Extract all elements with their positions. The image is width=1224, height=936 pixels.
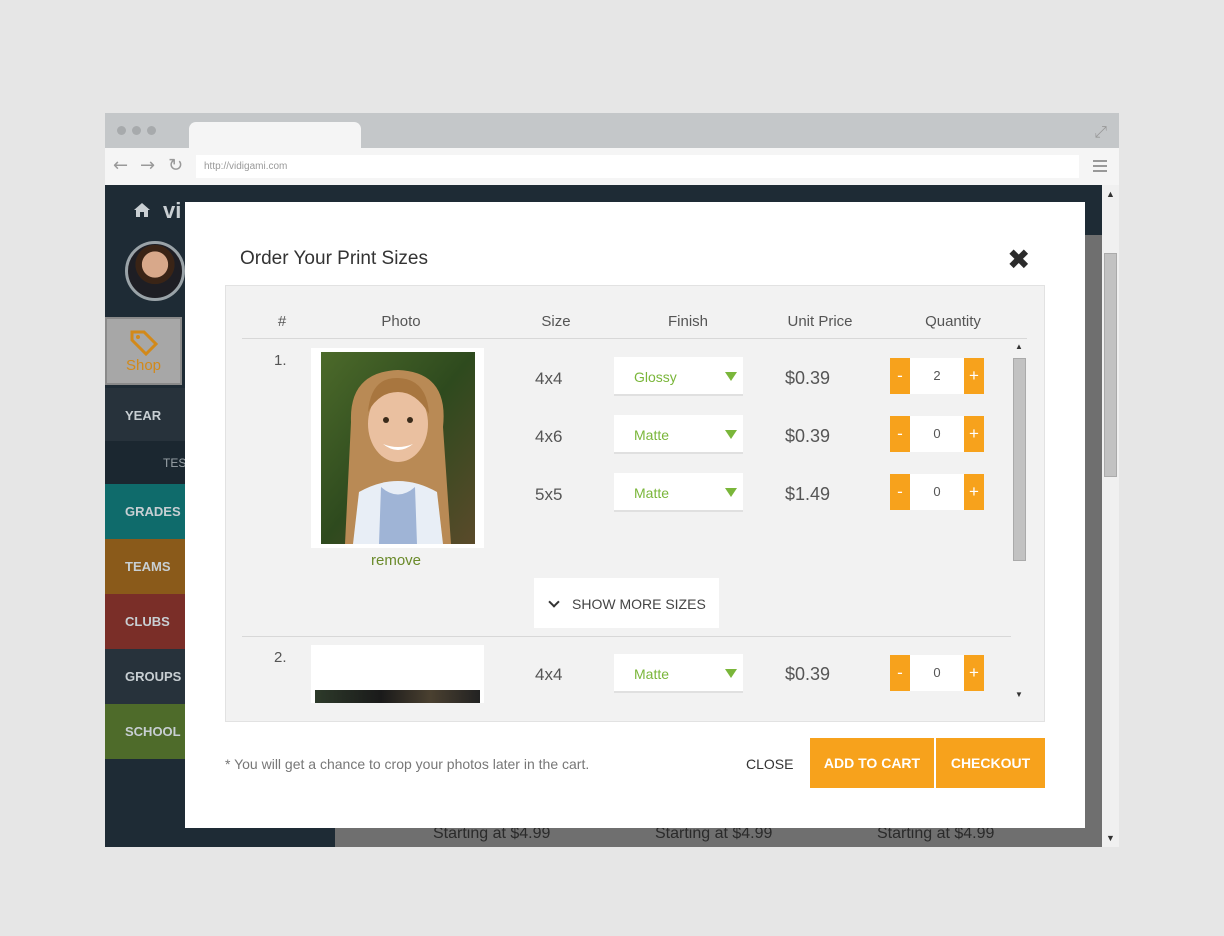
size-value: 5x5 bbox=[535, 485, 563, 504]
url-bar[interactable]: http://vidigami.com bbox=[196, 155, 1079, 178]
checkout-button[interactable]: CHECKOUT bbox=[936, 738, 1045, 788]
window-dot-icon[interactable] bbox=[132, 126, 141, 135]
quantity-stepper: - 0 + bbox=[890, 655, 984, 691]
dropdown-arrow-icon bbox=[725, 430, 737, 439]
order-print-sizes-modal: Order Your Print Sizes ✖ # Photo Size Fi… bbox=[185, 202, 1085, 828]
finish-dropdown[interactable]: Matte bbox=[614, 473, 743, 512]
finish-dropdown[interactable]: Glossy bbox=[614, 357, 743, 396]
sidebar-item-year[interactable]: YEAR bbox=[105, 388, 185, 443]
scroll-up-icon[interactable]: ▲ bbox=[1106, 189, 1115, 199]
sidebar-item-clubs[interactable]: CLUBS bbox=[105, 594, 185, 649]
chevron-down-icon bbox=[548, 596, 560, 608]
increment-button[interactable]: + bbox=[964, 358, 984, 394]
unit-price: $0.39 bbox=[785, 426, 831, 446]
window-dot-icon[interactable] bbox=[117, 126, 126, 135]
row-index: 2. bbox=[274, 649, 287, 666]
sidebar-item-teams[interactable]: TEAMS bbox=[105, 539, 185, 594]
site-logo[interactable]: vi bbox=[163, 198, 181, 224]
shop-tile[interactable]: Shop bbox=[105, 317, 182, 385]
table-header: # Photo Size Finish Unit Price Quantity bbox=[242, 286, 1027, 339]
quantity-input[interactable]: 0 bbox=[910, 655, 964, 691]
quantity-stepper: - 0 + bbox=[890, 474, 984, 510]
photo-thumbnail[interactable] bbox=[311, 645, 484, 703]
column-header: # bbox=[277, 313, 287, 330]
quantity-stepper: - 2 + bbox=[890, 358, 984, 394]
remove-link[interactable]: remove bbox=[371, 552, 421, 569]
increment-button[interactable]: + bbox=[964, 655, 984, 691]
window-dot-icon[interactable] bbox=[147, 126, 156, 135]
finish-value: Glossy bbox=[634, 369, 677, 385]
tab-bar: ⤢ bbox=[105, 113, 1119, 148]
scrollbar-thumb[interactable] bbox=[1013, 358, 1026, 561]
close-icon[interactable]: ✖ bbox=[1007, 246, 1030, 274]
table-rows: 1. remove 4x4 Glossy $0.39 - 2 + 4x6 Mat… bbox=[226, 341, 1012, 703]
close-button[interactable]: CLOSE bbox=[746, 756, 793, 772]
sidebar-subitem[interactable]: TES bbox=[105, 441, 185, 484]
finish-dropdown[interactable]: Matte bbox=[614, 415, 743, 454]
page-scrollbar[interactable]: ▲ ▼ bbox=[1102, 185, 1119, 847]
unit-price: $0.39 bbox=[785, 664, 831, 684]
column-header: Size bbox=[541, 313, 571, 330]
increment-button[interactable]: + bbox=[964, 474, 984, 510]
row-divider bbox=[242, 636, 1011, 637]
scroll-down-icon[interactable]: ▼ bbox=[1106, 833, 1115, 843]
quantity-input[interactable]: 0 bbox=[910, 416, 964, 452]
photo-image bbox=[321, 352, 475, 544]
add-to-cart-button[interactable]: ADD TO CART bbox=[810, 738, 934, 788]
quantity-input[interactable]: 0 bbox=[910, 474, 964, 510]
browser-navbar: ← → ↻ http://vidigami.com bbox=[105, 148, 1119, 185]
expand-icon[interactable]: ⤢ bbox=[1094, 122, 1107, 142]
quantity-stepper: - 0 + bbox=[890, 416, 984, 452]
scroll-down-icon[interactable]: ▼ bbox=[1015, 690, 1023, 699]
show-more-label: SHOW MORE SIZES bbox=[572, 596, 706, 612]
dropdown-arrow-icon bbox=[725, 372, 737, 381]
sidebar-item-school[interactable]: SCHOOL bbox=[105, 704, 185, 759]
crop-footnote: * You will get a chance to crop your pho… bbox=[225, 756, 590, 772]
photo-thumbnail[interactable] bbox=[311, 348, 484, 548]
shop-label: Shop bbox=[125, 357, 162, 374]
scroll-up-icon[interactable]: ▲ bbox=[1015, 342, 1023, 351]
finish-value: Matte bbox=[634, 427, 670, 443]
decrement-button[interactable]: - bbox=[890, 474, 910, 510]
size-value: 4x6 bbox=[535, 427, 563, 446]
browser-tab[interactable] bbox=[189, 122, 361, 148]
unit-price: $0.39 bbox=[785, 368, 831, 388]
finish-value: Matte bbox=[634, 485, 670, 501]
tag-icon bbox=[130, 330, 159, 356]
row-index: 1. bbox=[274, 352, 287, 369]
decrement-button[interactable]: - bbox=[890, 416, 910, 452]
modal-title: Order Your Print Sizes bbox=[240, 248, 428, 269]
forward-icon[interactable]: → bbox=[140, 155, 155, 176]
column-header: Unit Price bbox=[787, 313, 853, 330]
sidebar-item-groups[interactable]: GROUPS bbox=[105, 649, 185, 704]
reload-icon[interactable]: ↻ bbox=[168, 155, 183, 176]
scrollbar-thumb[interactable] bbox=[1104, 253, 1117, 477]
table-scrollbar[interactable]: ▲ ▼ bbox=[1012, 341, 1028, 703]
increment-button[interactable]: + bbox=[964, 416, 984, 452]
show-more-sizes-button[interactable]: SHOW MORE SIZES bbox=[534, 578, 719, 628]
column-header: Finish bbox=[667, 313, 709, 330]
order-table: # Photo Size Finish Unit Price Quantity … bbox=[225, 285, 1045, 722]
dropdown-arrow-icon bbox=[725, 488, 737, 497]
photo-image bbox=[315, 690, 480, 703]
column-header: Quantity bbox=[925, 313, 981, 330]
hamburger-menu-icon[interactable] bbox=[1093, 160, 1107, 175]
sidebar-item-grades[interactable]: GRADES bbox=[105, 484, 185, 539]
finish-value: Matte bbox=[634, 666, 670, 682]
size-value: 4x4 bbox=[535, 665, 563, 684]
decrement-button[interactable]: - bbox=[890, 358, 910, 394]
dropdown-arrow-icon bbox=[725, 669, 737, 678]
finish-dropdown[interactable]: Matte bbox=[614, 654, 743, 693]
column-header: Photo bbox=[381, 313, 421, 330]
unit-price: $1.49 bbox=[785, 484, 831, 504]
size-value: 4x4 bbox=[535, 369, 563, 388]
decrement-button[interactable]: - bbox=[890, 655, 910, 691]
home-icon[interactable] bbox=[133, 202, 151, 218]
quantity-input[interactable]: 2 bbox=[910, 358, 964, 394]
back-icon[interactable]: ← bbox=[113, 155, 128, 176]
avatar[interactable] bbox=[125, 241, 185, 301]
